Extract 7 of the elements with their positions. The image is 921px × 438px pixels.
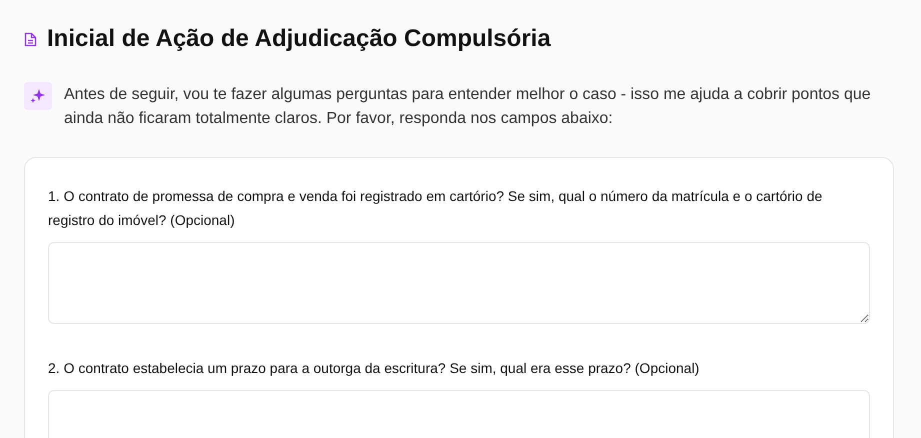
question-label: 2. O contrato estabelecia um prazo para a outorga da escritura? Se sim, qual era esse prazo? (Opcional) bbox=[48, 359, 700, 378]
question-label: 1. O contrato de promessa de compra e venda foi registrado em cartório? Se sim, qual o número da matrícula e o cartório de registro do imóvel? (Opcional) bbox=[48, 187, 824, 230]
document-icon bbox=[24, 32, 37, 46]
intro-text: Antes de seguir, vou te fazer algumas perguntas para entender melhor o caso - isso me ajuda a cobrir pontos que ainda não ficaram totalmente claros. Por favor, responda nos campos abaixo: bbox=[64, 85, 872, 129]
answer-field[interactable] bbox=[48, 242, 870, 324]
sparkle-icon bbox=[24, 82, 52, 110]
page-title: Inicial de Ação de Adjudicação Compulsória bbox=[47, 24, 551, 54]
